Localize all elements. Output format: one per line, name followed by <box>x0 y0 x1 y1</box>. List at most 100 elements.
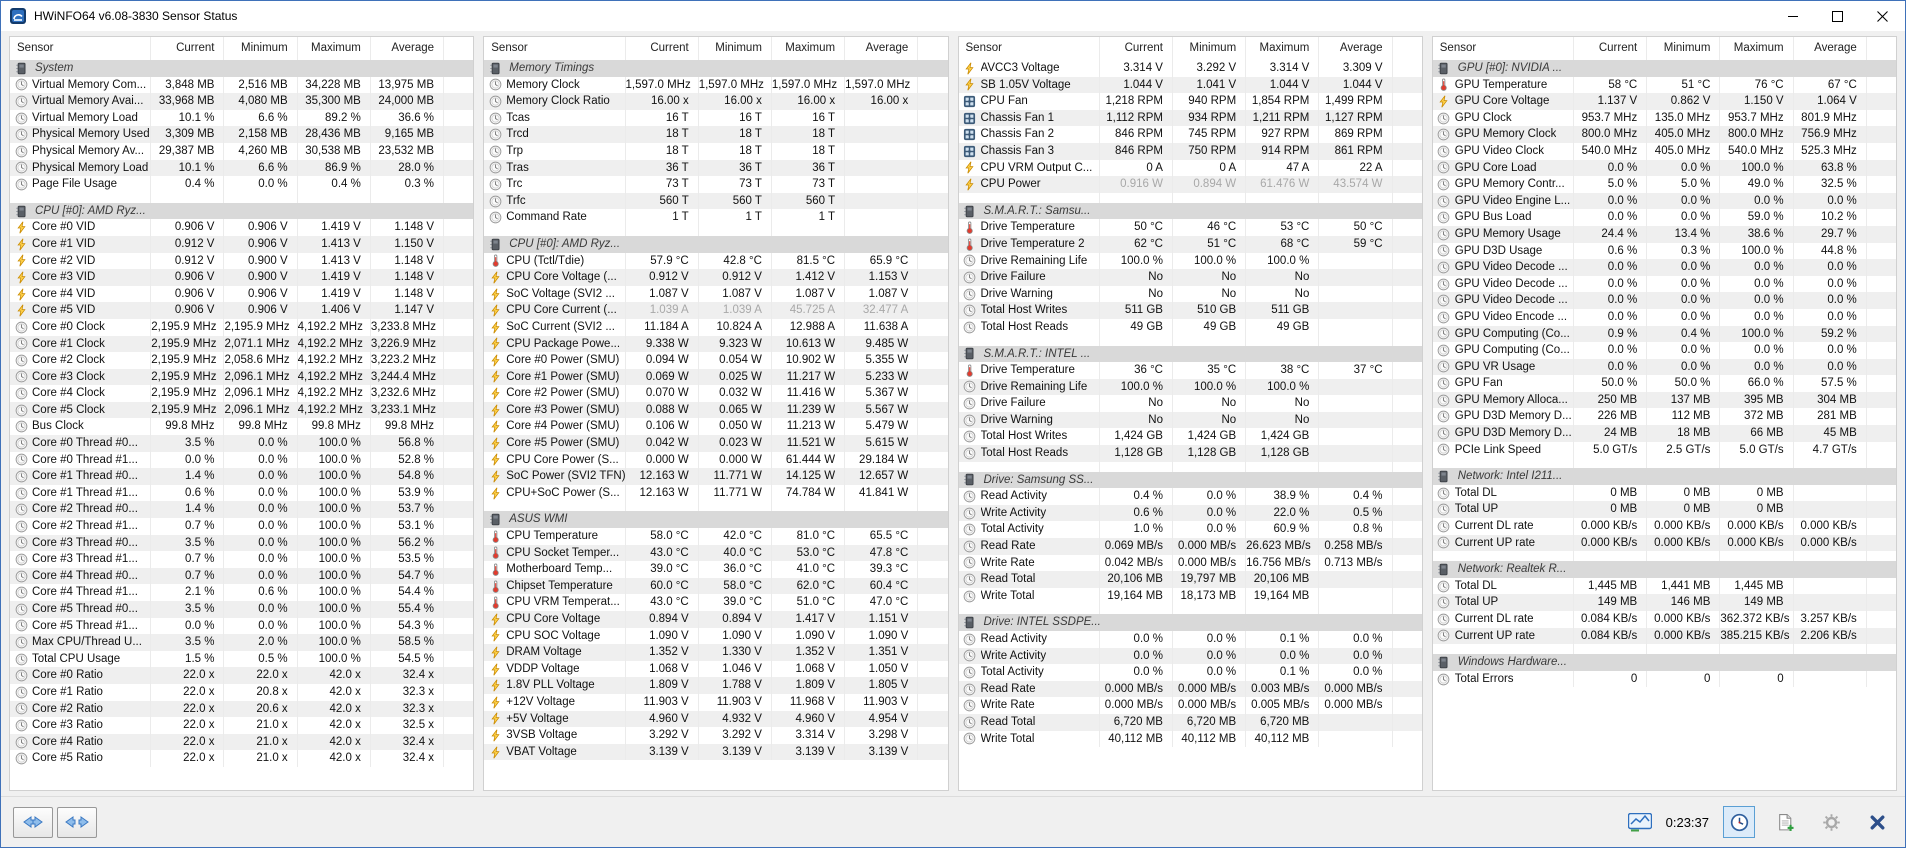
sensor-row[interactable]: CPU SOC Voltage1.090 V1.090 V1.090 V1.09… <box>484 628 947 645</box>
sensor-row[interactable]: Trc73 T73 T73 T <box>484 176 947 193</box>
sensor-row[interactable]: Chassis Fan 3846 RPM750 RPM914 RPM861 RP… <box>959 143 1422 160</box>
sensor-row[interactable]: GPU Video Engine L...0.0 %0.0 %0.0 %0.0 … <box>1433 193 1896 210</box>
sensor-row[interactable]: Core #1 Power (SMU)0.069 W0.025 W11.217 … <box>484 369 947 386</box>
section-header-row[interactable]: GPU [#0]: NVIDIA ... <box>1433 60 1896 77</box>
sensor-row[interactable]: Memory Clock1,597.0 MHz1,597.0 MHz1,597.… <box>484 77 947 94</box>
sensor-row[interactable]: Tcas16 T16 T16 T <box>484 110 947 127</box>
column-header-sensor[interactable]: Sensor <box>959 37 1100 60</box>
sensor-row[interactable]: Total DL0 MB0 MB0 MB <box>1433 485 1896 502</box>
sensor-row[interactable]: Read Rate0.000 MB/s0.000 MB/s0.003 MB/s0… <box>959 681 1422 698</box>
sensor-row[interactable]: GPU Temperature58 °C51 °C76 °C67 °C <box>1433 77 1896 94</box>
sensor-row[interactable]: Total Host Reads1,128 GB1,128 GB1,128 GB <box>959 445 1422 462</box>
sensor-row[interactable]: Core #0 Power (SMU)0.094 W0.054 W10.902 … <box>484 352 947 369</box>
sensor-row[interactable]: GPU Video Encode ...0.0 %0.0 %0.0 %0.0 % <box>1433 309 1896 326</box>
section-header-row[interactable]: S.M.A.R.T.: INTEL ... <box>959 346 1422 363</box>
sensor-row[interactable]: Core #2 Thread #1...0.7 %0.0 %100.0 %53.… <box>10 518 473 535</box>
sensor-row[interactable]: Core #4 Ratio22.0 x21.0 x42.0 x32.4 x <box>10 734 473 751</box>
sensor-row[interactable]: CPU VRM Temperat...43.0 °C39.0 °C51.0 °C… <box>484 594 947 611</box>
columns-collapse-button[interactable] <box>57 807 97 838</box>
section-header-row[interactable]: ASUS WMI <box>484 511 947 528</box>
reset-clock-button[interactable] <box>1723 806 1755 838</box>
sensor-row[interactable]: Read Total6,720 MB6,720 MB6,720 MB <box>959 714 1422 731</box>
sensor-row[interactable]: Chassis Fan 2846 RPM745 RPM927 RPM869 RP… <box>959 126 1422 143</box>
sensor-row[interactable]: Total CPU Usage1.5 %0.5 %100.0 %54.5 % <box>10 651 473 668</box>
sensor-row[interactable]: Core #0 Ratio22.0 x22.0 x42.0 x32.4 x <box>10 667 473 684</box>
sensor-row[interactable]: CPU Package Powe...9.338 W9.323 W10.613 … <box>484 336 947 353</box>
sensor-row[interactable]: SB 1.05V Voltage1.044 V1.041 V1.044 V1.0… <box>959 77 1422 94</box>
sensor-row[interactable]: Write Activity0.0 %0.0 %0.0 %0.0 % <box>959 648 1422 665</box>
sensor-row[interactable]: Core #4 VID0.906 V0.906 V1.419 V1.148 V <box>10 286 473 303</box>
sensor-row[interactable]: CPU+SoC Power (S...12.163 W11.771 W74.78… <box>484 485 947 502</box>
column-header-current[interactable]: Current <box>1100 37 1173 60</box>
sensor-row[interactable]: CPU Fan1,218 RPM940 RPM1,854 RPM1,499 RP… <box>959 93 1422 110</box>
sensor-row[interactable]: Write Total19,164 MB18,173 MB19,164 MB <box>959 588 1422 605</box>
column-header-average[interactable]: Average <box>845 37 918 60</box>
sensor-row[interactable]: Total Host Reads49 GB49 GB49 GB <box>959 319 1422 336</box>
sensor-row[interactable]: Core #3 Thread #1...0.7 %0.0 %100.0 %53.… <box>10 551 473 568</box>
sensor-row[interactable]: Drive FailureNoNoNo <box>959 269 1422 286</box>
section-header-row[interactable]: CPU [#0]: AMD Ryz... <box>484 236 947 253</box>
logging-button[interactable] <box>1769 806 1801 838</box>
minimize-button[interactable] <box>1770 1 1815 31</box>
sensor-row[interactable]: Bus Clock99.8 MHz99.8 MHz99.8 MHz99.8 MH… <box>10 418 473 435</box>
sensor-row[interactable]: CPU VRM Output C...0 A0 A47 A22 A <box>959 160 1422 177</box>
section-header-row[interactable]: Network: Intel I211... <box>1433 468 1896 485</box>
sensor-row[interactable]: CPU Core Voltage0.894 V0.894 V1.417 V1.1… <box>484 611 947 628</box>
activity-graph-button[interactable] <box>1628 813 1652 832</box>
sensor-row[interactable]: Trfc560 T560 T560 T <box>484 193 947 210</box>
sensor-row[interactable]: GPU Memory Contr...5.0 %5.0 %49.0 %32.5 … <box>1433 176 1896 193</box>
sensor-row[interactable]: 1.8V PLL Voltage1.809 V1.788 V1.809 V1.8… <box>484 677 947 694</box>
sensor-row[interactable]: Physical Memory Av...29,387 MB4,260 MB30… <box>10 143 473 160</box>
sensor-row[interactable]: Current UP rate0.000 KB/s0.000 KB/s0.000… <box>1433 535 1896 552</box>
sensor-row[interactable]: Tras36 T36 T36 T <box>484 160 947 177</box>
sensor-row[interactable]: Core #1 Clock2,195.9 MHz2,071.1 MHz4,192… <box>10 336 473 353</box>
sensor-row[interactable]: GPU Video Decode ...0.0 %0.0 %0.0 %0.0 % <box>1433 292 1896 309</box>
sensor-row[interactable]: GPU Video Decode ...0.0 %0.0 %0.0 %0.0 % <box>1433 276 1896 293</box>
sensor-row[interactable]: GPU Computing (Co...0.0 %0.0 %0.0 %0.0 % <box>1433 342 1896 359</box>
section-header-row[interactable]: Drive: INTEL SSDPE... <box>959 614 1422 631</box>
column-header-minimum[interactable]: Minimum <box>224 37 297 60</box>
section-header-row[interactable]: System <box>10 60 473 77</box>
sensor-row[interactable]: GPU D3D Usage0.6 %0.3 %100.0 %44.8 % <box>1433 243 1896 260</box>
sensor-row[interactable]: Read Activity0.4 %0.0 %38.9 %0.4 % <box>959 488 1422 505</box>
sensor-row[interactable]: Core #0 Clock2,195.9 MHz2,195.9 MHz4,192… <box>10 319 473 336</box>
sensor-row[interactable]: GPU Clock953.7 MHz135.0 MHz953.7 MHz801.… <box>1433 110 1896 127</box>
sensor-row[interactable]: Total Host Writes1,424 GB1,424 GB1,424 G… <box>959 428 1422 445</box>
sensor-row[interactable]: Core #4 Power (SMU)0.106 W0.050 W11.213 … <box>484 418 947 435</box>
section-header-row[interactable]: Windows Hardware... <box>1433 654 1896 671</box>
sensor-row[interactable]: Total Activity0.0 %0.0 %0.1 %0.0 % <box>959 664 1422 681</box>
sensor-row[interactable]: Core #1 Ratio22.0 x20.8 x42.0 x32.3 x <box>10 684 473 701</box>
sensor-row[interactable]: VDDP Voltage1.068 V1.046 V1.068 V1.050 V <box>484 661 947 678</box>
section-header-row[interactable]: Network: Realtek R... <box>1433 561 1896 578</box>
sensor-row[interactable]: CPU Core Voltage (...0.912 V0.912 V1.412… <box>484 269 947 286</box>
section-header-row[interactable]: CPU [#0]: AMD Ryz... <box>10 203 473 220</box>
close-button[interactable] <box>1860 1 1905 31</box>
sensor-row[interactable]: Drive Temperature 262 °C51 °C68 °C59 °C <box>959 236 1422 253</box>
sensor-row[interactable]: +12V Voltage11.903 V11.903 V11.968 V11.9… <box>484 694 947 711</box>
sensor-row[interactable]: Drive Remaining Life100.0 %100.0 %100.0 … <box>959 253 1422 270</box>
section-header-row[interactable]: Memory Timings <box>484 60 947 77</box>
sensor-row[interactable]: Trcd18 T18 T18 T <box>484 126 947 143</box>
columns-expand-button[interactable] <box>13 807 53 838</box>
sensor-row[interactable]: Virtual Memory Avai...33,968 MB4,080 MB3… <box>10 93 473 110</box>
sensor-row[interactable]: Drive WarningNoNoNo <box>959 412 1422 429</box>
column-header-minimum[interactable]: Minimum <box>1647 37 1720 60</box>
sensor-row[interactable]: PCIe Link Speed5.0 GT/s2.5 GT/s5.0 GT/s4… <box>1433 442 1896 459</box>
column-header-average[interactable]: Average <box>371 37 444 60</box>
sensor-row[interactable]: VBAT Voltage3.139 V3.139 V3.139 V3.139 V <box>484 744 947 761</box>
column-header-current[interactable]: Current <box>151 37 224 60</box>
sensor-row[interactable]: Core #2 Power (SMU)0.070 W0.032 W11.416 … <box>484 385 947 402</box>
sensor-row[interactable]: GPU Fan50.0 %50.0 %66.0 %57.5 % <box>1433 375 1896 392</box>
sensor-row[interactable]: Core #0 VID0.906 V0.906 V1.419 V1.148 V <box>10 219 473 236</box>
sensor-row[interactable]: Drive Temperature36 °C35 °C38 °C37 °C <box>959 362 1422 379</box>
sensor-row[interactable]: +5V Voltage4.960 V4.932 V4.960 V4.954 V <box>484 711 947 728</box>
sensor-row[interactable]: Read Activity0.0 %0.0 %0.1 %0.0 % <box>959 631 1422 648</box>
sensor-row[interactable]: Core #3 Thread #0...3.5 %0.0 %100.0 %56.… <box>10 535 473 552</box>
sensor-row[interactable]: CPU (Tctl/Tdie)57.9 °C42.8 °C81.5 °C65.9… <box>484 253 947 270</box>
sensor-row[interactable]: Physical Memory Load10.1 %6.6 %86.9 %28.… <box>10 160 473 177</box>
sensor-row[interactable]: Core #3 VID0.906 V0.900 V1.419 V1.148 V <box>10 269 473 286</box>
sensor-row[interactable]: Write Rate0.042 MB/s0.000 MB/s16.756 MB/… <box>959 555 1422 572</box>
sensor-row[interactable]: Core #5 Clock2,195.9 MHz2,096.1 MHz4,192… <box>10 402 473 419</box>
sensor-row[interactable]: GPU Computing (Co...0.9 %0.4 %100.0 %59.… <box>1433 326 1896 343</box>
sensor-row[interactable]: SoC Power (SVI2 TFN)12.163 W11.771 W14.1… <box>484 468 947 485</box>
